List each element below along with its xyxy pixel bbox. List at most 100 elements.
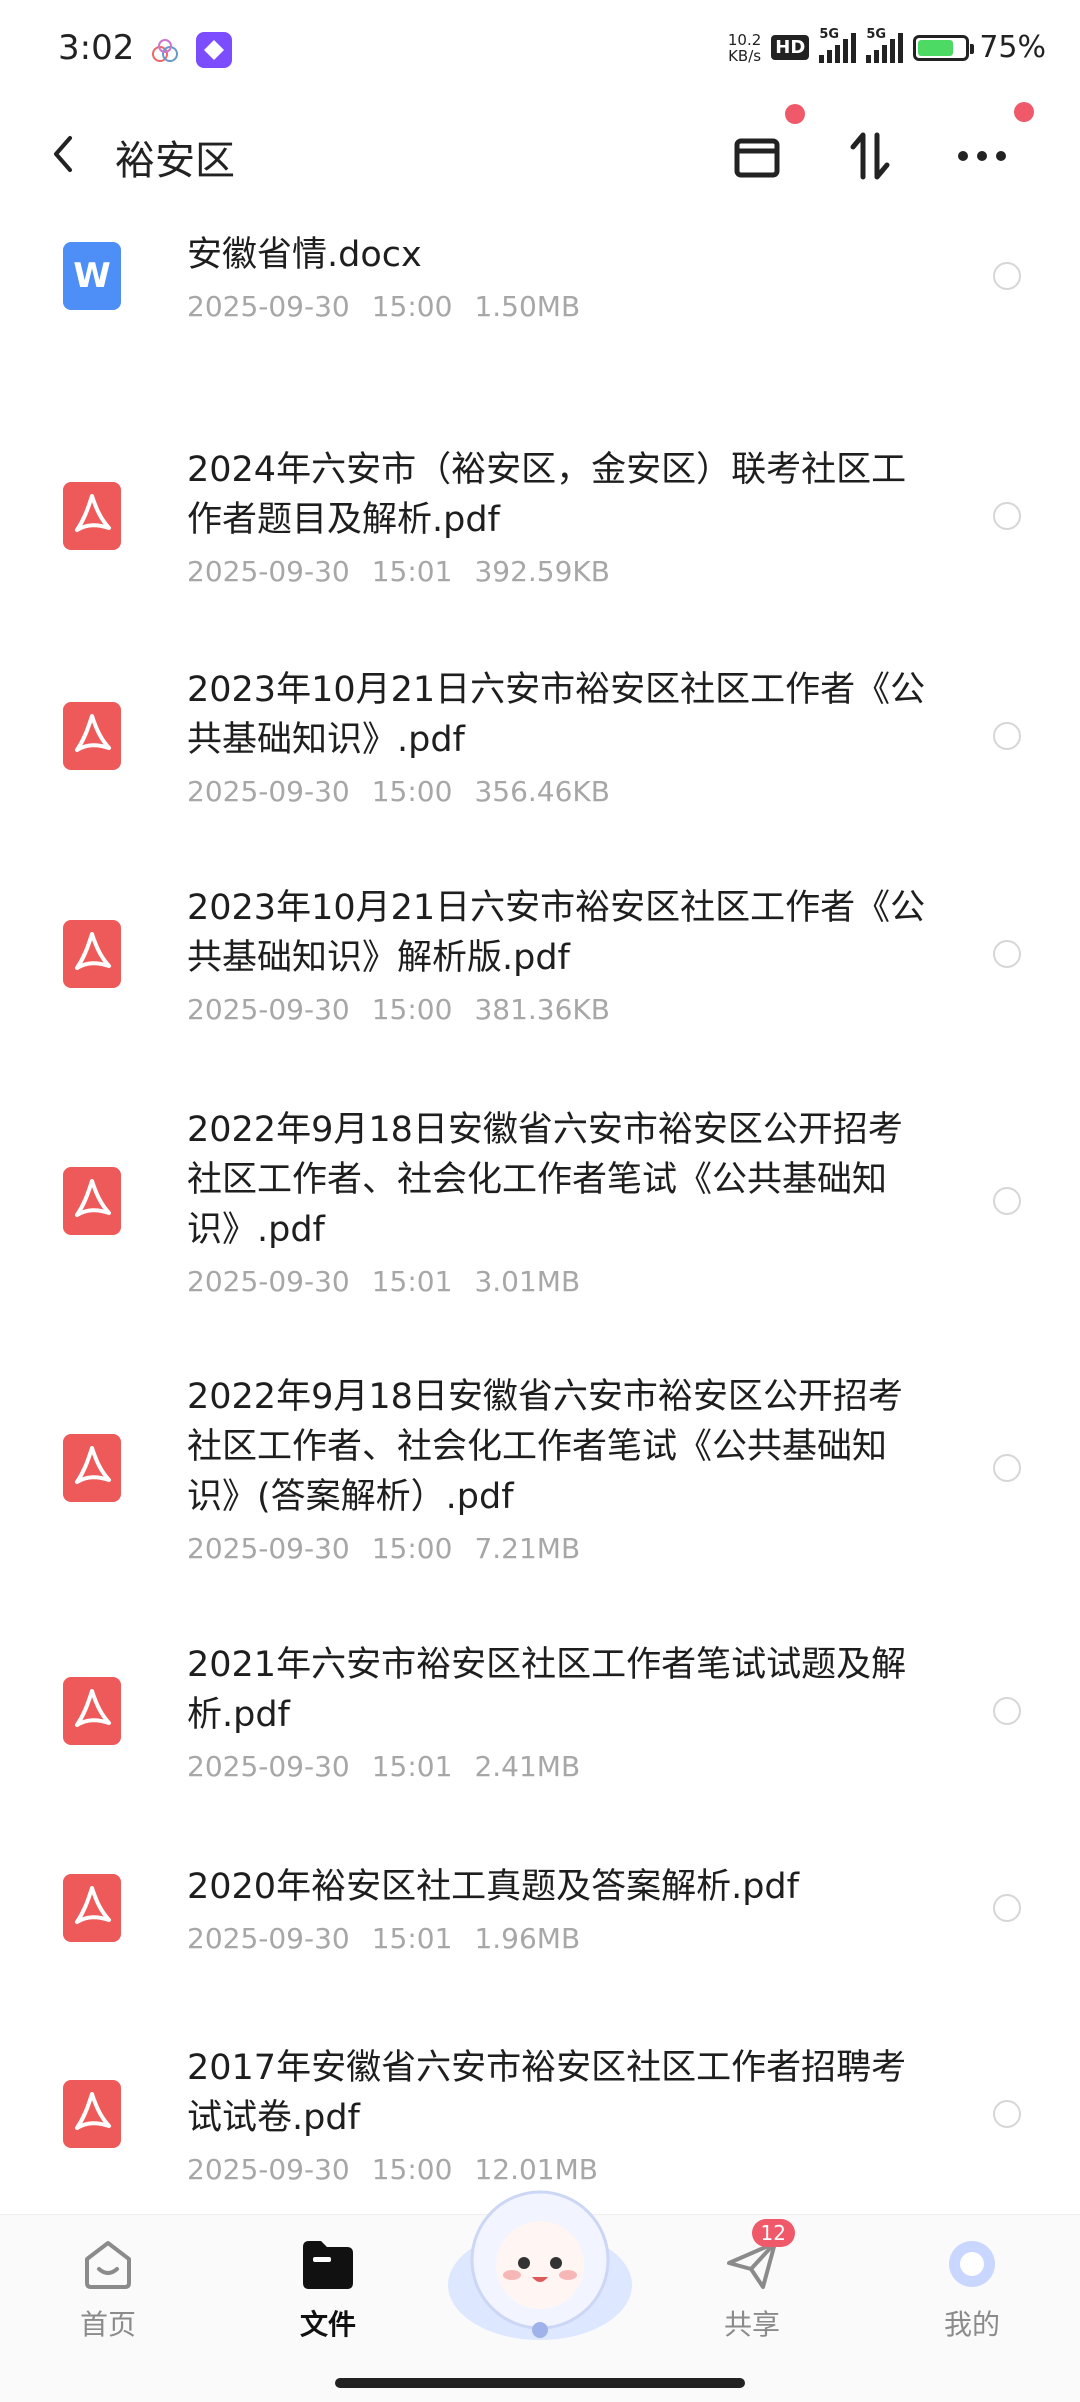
bottom-nav: 首页 文件 12 共享 我的 <box>0 2190 1080 2402</box>
file-date: 2025-09-30 <box>187 993 350 1026</box>
file-meta: 2025-09-30 15:00 381.36KB <box>187 993 610 1026</box>
file-name: 2022年9月18日安徽省六安市裕安区公开招考社区工作者、社会化工作者笔试《公共… <box>187 1110 903 1250</box>
file-size: 381.36KB <box>474 993 610 1026</box>
file-date: 2025-09-30 <box>187 775 350 808</box>
file-meta: 2025-09-30 15:00 1.50MB <box>187 290 580 323</box>
file-time: 15:01 <box>371 1922 453 1955</box>
notification-dot <box>785 104 805 124</box>
select-radio[interactable] <box>993 2100 1021 2128</box>
select-radio[interactable] <box>993 1454 1021 1482</box>
file-name: 2022年9月18日安徽省六安市裕安区公开招考社区工作者、社会化工作者笔试《公共… <box>187 1377 903 1517</box>
select-radio[interactable] <box>993 722 1021 750</box>
file-name: 安徽省情.docx <box>187 235 422 275</box>
select-radio[interactable] <box>993 502 1021 530</box>
pdf-file-icon <box>63 1167 121 1235</box>
file-date: 2025-09-30 <box>187 2153 350 2186</box>
file-name: 2023年10月21日六安市裕安区社区工作者《公共基础知识》.pdf <box>187 670 926 760</box>
file-date: 2025-09-30 <box>187 1750 350 1783</box>
archive-button[interactable] <box>725 104 805 188</box>
mascot-icon[interactable] <box>440 2165 640 2365</box>
back-icon[interactable] <box>48 134 78 174</box>
file-row[interactable]: 2023年10月21日六安市裕安区社区工作者《公共基础知识》.pdf 2025-0… <box>0 665 1080 815</box>
nav-profile-label: 我的 <box>943 2308 1000 2341</box>
file-size: 3.01MB <box>474 1265 581 1298</box>
word-file-icon: W <box>63 242 121 310</box>
file-meta: 2025-09-30 15:01 3.01MB <box>187 1265 580 1298</box>
pdf-file-icon <box>63 2080 121 2148</box>
header: 裕安区 <box>0 100 1080 212</box>
notification-dot <box>1014 102 1034 122</box>
file-row[interactable]: 2024年六安市（裕安区，金安区）联考社区工作者题目及解析.pdf 2025-09… <box>0 445 1080 595</box>
nav-files[interactable]: 文件 <box>258 2235 398 2343</box>
select-radio[interactable] <box>993 1697 1021 1725</box>
more-icon <box>958 151 1006 161</box>
net-speed-unit: KB/s <box>728 46 762 65</box>
nav-home-label: 首页 <box>79 2308 136 2341</box>
word-glyph: W <box>73 256 111 296</box>
share-badge: 12 <box>751 2219 795 2247</box>
file-size: 1.96MB <box>474 1922 581 1955</box>
file-meta: 2025-09-30 15:00 356.46KB <box>187 775 610 808</box>
file-time: 15:01 <box>371 1265 453 1298</box>
signal-type-label-2: 5G <box>866 26 887 42</box>
file-row[interactable]: 2021年六安市裕安区社区工作者笔试试题及解析.pdf 2025-09-30 15:… <box>0 1640 1080 1790</box>
acrobat-glyph <box>75 1446 111 1484</box>
file-meta: 2025-09-30 15:01 392.59KB <box>187 555 610 588</box>
file-date: 2025-09-30 <box>187 290 350 323</box>
file-time: 15:00 <box>371 1532 453 1565</box>
app-notification-icon <box>196 32 232 68</box>
pdf-file-icon <box>63 1874 121 1942</box>
signal-icon: 5G <box>819 27 857 63</box>
file-row[interactable]: 2020年裕安区社工真题及答案解析.pdf 2025-09-30 15:01 1.96… <box>0 1862 1080 1962</box>
file-date: 2025-09-30 <box>187 555 350 588</box>
file-name: 2017年安徽省六安市裕安区社区工作者招聘考试试卷.pdf <box>187 2048 907 2138</box>
file-row[interactable]: 2022年9月18日安徽省六安市裕安区公开招考社区工作者、社会化工作者笔试《公共… <box>0 1372 1080 1572</box>
nav-home[interactable]: 首页 <box>38 2235 178 2343</box>
acrobat-glyph <box>75 494 111 532</box>
acrobat-glyph <box>75 714 111 752</box>
pdf-file-icon <box>63 702 121 770</box>
file-name: 2020年裕安区社工真题及答案解析.pdf <box>187 1867 799 1907</box>
file-row[interactable]: 2023年10月21日六安市裕安区社区工作者《公共基础知识》解析版.pdf 202… <box>0 883 1080 1033</box>
select-radio[interactable] <box>993 262 1021 290</box>
net-speed: 10.2 KB/s <box>728 32 761 64</box>
select-radio[interactable] <box>993 1187 1021 1215</box>
file-date: 2025-09-30 <box>187 1265 350 1298</box>
file-time: 15:01 <box>371 555 453 588</box>
file-name: 2023年10月21日六安市裕安区社区工作者《公共基础知识》解析版.pdf <box>187 888 926 978</box>
file-time: 15:00 <box>371 993 453 1026</box>
file-date: 2025-09-30 <box>187 1532 350 1565</box>
sort-icon <box>850 132 890 180</box>
archive-icon <box>734 138 780 178</box>
file-name: 2021年六安市裕安区社区工作者笔试试题及解析.pdf <box>187 1645 907 1735</box>
pdf-file-icon <box>63 920 121 988</box>
more-button[interactable] <box>950 102 1034 188</box>
file-time: 15:01 <box>371 1750 453 1783</box>
file-date: 2025-09-30 <box>187 1922 350 1955</box>
pdf-file-icon <box>63 482 121 550</box>
acrobat-glyph <box>75 1179 111 1217</box>
select-radio[interactable] <box>993 940 1021 968</box>
nav-profile[interactable]: 我的 <box>902 2235 1042 2343</box>
acrobat-glyph <box>75 932 111 970</box>
file-row[interactable]: W 安徽省情.docx 2025-09-30 15:00 1.50MB <box>0 230 1080 330</box>
hd-badge: HD <box>771 35 810 60</box>
acrobat-glyph <box>75 1689 111 1727</box>
status-time: 3:02 <box>58 28 135 68</box>
file-size: 1.50MB <box>474 290 581 323</box>
select-radio[interactable] <box>993 1894 1021 1922</box>
file-size: 2.41MB <box>474 1750 581 1783</box>
status-indicators: 10.2 KB/s HD 5G 5G 75% <box>728 26 1046 66</box>
sort-button[interactable] <box>838 124 902 188</box>
file-time: 15:00 <box>371 775 453 808</box>
home-indicator[interactable] <box>335 2378 745 2388</box>
acrobat-glyph <box>75 2092 111 2130</box>
file-time: 15:00 <box>371 290 453 323</box>
pdf-file-icon <box>63 1434 121 1502</box>
nav-share[interactable]: 12 共享 <box>682 2219 822 2343</box>
profile-icon <box>949 2241 995 2287</box>
battery-percent: 75% <box>979 30 1046 65</box>
net-speed-value: 10.2 <box>727 30 762 49</box>
acrobat-glyph <box>75 1886 111 1924</box>
file-row[interactable]: 2022年9月18日安徽省六安市裕安区公开招考社区工作者、社会化工作者笔试《公共… <box>0 1105 1080 1305</box>
